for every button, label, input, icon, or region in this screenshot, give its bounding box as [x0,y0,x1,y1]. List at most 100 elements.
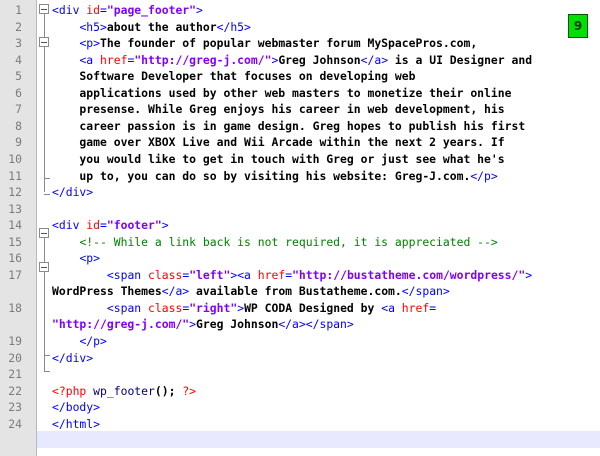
code-token-str: "footer" [106,218,162,233]
code-token-tag: <span [106,300,149,315]
code-token-tag: <a [79,52,101,67]
code-token-tag: </a></span> [278,317,354,332]
code-token-php: ?> [182,383,197,398]
code-token-comment: <!-- While a link back is not required, … [79,234,498,249]
code-token-tag: </p> [79,334,107,348]
code-token-str: "http://bustatheme.com/wordpress/" [292,267,526,282]
code-token-pl: you would like to get in touch with Greg… [52,151,505,166]
code-line[interactable]: </div> [52,184,93,201]
code-line[interactable]: game over XBOX Live and Wii Arcade withi… [52,134,505,151]
code-line[interactable]: <!-- While a link back is not required, … [52,234,498,251]
code-line[interactable]: presense. While Greg enjoys his career i… [52,101,505,118]
fold-toggle-icon[interactable] [39,228,49,238]
code-token-pl: game over XBOX Live and Wii Arcade withi… [52,135,505,150]
line-number: 3 [15,36,22,51]
code-line[interactable]: </body> [52,399,100,416]
code-token-tag: </div> [52,185,94,200]
fold-toggle-icon[interactable] [39,262,49,272]
code-line[interactable]: applications used by other web masters t… [52,85,511,102]
line-number: 7 [15,102,22,117]
code-token-pl: The founder of popular webmaster forum M… [100,36,478,51]
code-line[interactable]: Software Developer that focuses on devel… [52,68,415,85]
fold-guide [44,238,45,371]
code-token-attr: id [86,218,101,233]
code-token-str: "http://greg-j.com/" [52,317,190,332]
code-line[interactable]: <a href="http://greg-j.com/">Greg Johnso… [52,52,532,69]
code-token-tag: </div> [52,350,94,365]
code-token-pl: is a UI Designer and [388,52,533,67]
fold-end-marker [44,355,50,356]
code-line[interactable]: <h5>about the author</h5> [52,19,251,36]
line-number: 12 [8,185,22,200]
code-line[interactable]: </p> [52,333,107,350]
code-line[interactable]: "http://greg-j.com/">Greg Johnson</a></s… [52,316,354,333]
line-number: 16 [8,251,22,266]
code-token-tag: > [525,267,533,282]
code-token-tag: > [161,218,169,233]
fold-end-marker [44,178,50,179]
line-number: 10 [8,151,22,166]
line-number: 5 [15,69,22,84]
line-number: 20 [8,350,22,365]
code-line[interactable]: <span class="left"><a href="http://busta… [52,267,532,284]
code-line[interactable]: <p>The founder of popular webmaster foru… [52,35,477,52]
code-line[interactable]: <div id="page_footer"> [52,2,203,19]
code-line[interactable]: <p> [52,250,100,267]
code-token-tag: = [429,300,437,315]
code-token-tag: <a [381,300,402,315]
line-number: 13 [8,201,22,216]
line-number: 18 [8,300,22,315]
code-token-pl: career passion is in game design. Greg h… [52,118,526,133]
code-token-tag: </h5> [216,19,251,34]
code-token-tag: </p> [470,168,498,183]
code-token-tag: </a> [360,52,389,67]
code-line[interactable]: <span class="right">WP CODA Designed by … [52,300,436,317]
code-token-tag: <div [52,218,87,233]
line-number: 4 [15,52,22,67]
code-line[interactable]: <?php wp_footer(); ?> [52,383,196,400]
code-token-tag: = [100,218,107,233]
code-token-pl: Greg Johnson [278,52,361,67]
code-token-pl: applications used by other web masters t… [52,85,512,100]
code-token-tag: > [196,3,203,17]
line-number: 11 [8,168,22,183]
code-token-tag: <p> [79,36,101,51]
code-token-str: "http://greg-j.com/" [134,52,272,67]
code-token-tag: ><a [230,267,258,282]
line-number [0,316,22,333]
line-number: 9 [15,135,22,150]
code-line[interactable]: WordPress Themes</a> available from Bust… [52,283,450,300]
code-token-tag: </span> [401,284,450,299]
code-line[interactable]: you would like to get in touch with Greg… [52,151,505,168]
code-line[interactable]: </html> [52,416,100,433]
code-token-pl: available from Bustatheme.com. [189,284,402,299]
code-line[interactable]: career passion is in game design. Greg h… [52,118,525,135]
code-token-pl: Greg Johnson [196,317,279,332]
code-line[interactable]: </div> [52,350,93,367]
code-token-php: <?php [52,383,94,398]
line-number: 1 [15,3,22,17]
current-line-highlight [37,431,600,448]
line-number: 23 [8,400,22,415]
fold-toggle-icon[interactable] [39,4,49,14]
code-token-tag: <p> [79,251,101,266]
code-token-attr: id [86,3,101,17]
line-number: 17 [8,267,22,282]
code-token-pl: presense. While Greg enjoys his career i… [52,102,505,117]
line-count-badge: 9 [568,14,588,38]
code-line[interactable]: <div id="footer"> [52,217,169,234]
line-number [0,283,22,300]
code-token-tag: <span [106,267,149,282]
code-token-attr: href [100,52,128,67]
code-line[interactable]: up to, you can do so by visiting his web… [52,168,498,185]
code-token-attr: class [148,267,183,282]
fold-toggle-icon[interactable] [39,37,49,47]
code-token-str: "left" [189,267,231,282]
line-number: 15 [8,234,22,249]
